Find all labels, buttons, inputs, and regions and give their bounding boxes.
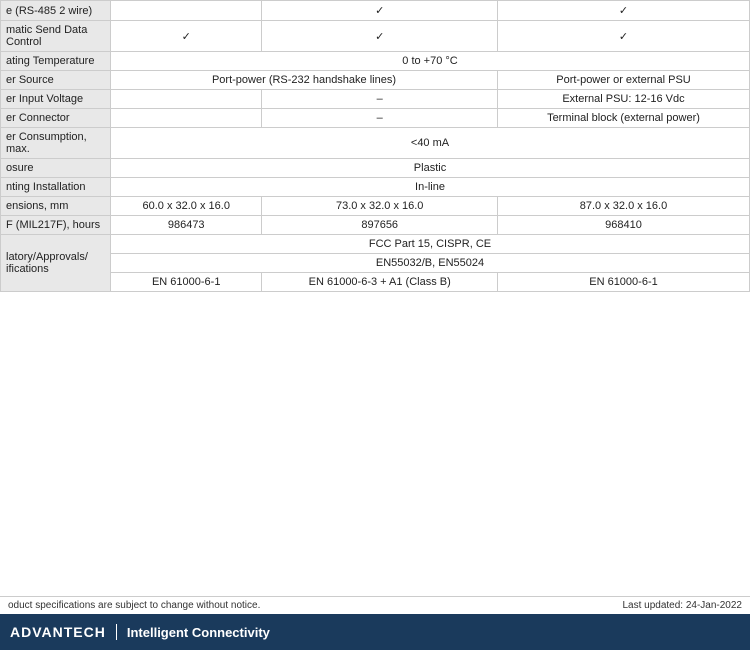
row-col12: Port-power (RS-232 handshake lines) [111,71,498,90]
table-row: latory/Approvals/ifications FCC Part 15,… [1,235,750,254]
footer-bar: ADVANTECH Intelligent Connectivity [0,614,750,650]
spec-table-container: e (RS-485 2 wire) ✓ ✓ matic Send Data Co… [0,0,750,292]
table-row: F (MIL217F), hours 986473 897656 968410 [1,216,750,235]
spec-table: e (RS-485 2 wire) ✓ ✓ matic Send Data Co… [0,0,750,292]
row-col3: ✓ [497,1,749,21]
brand-logo: ADVANTECH [10,624,117,640]
row-label: osure [1,159,111,178]
row-label: F (MIL217F), hours [1,216,111,235]
row-col1 [111,1,262,21]
table-row: EN 61000-6-1 EN 61000-6-3 + A1 (Class B)… [1,273,750,292]
row-span-val: FCC Part 15, CISPR, CE [111,235,750,254]
table-row: nting Installation In-line [1,178,750,197]
row-span-val: EN55032/B, EN55024 [111,254,750,273]
row-col3: ✓ [497,21,749,52]
row-label: er Source [1,71,111,90]
row-col2: ✓ [262,1,498,21]
row-label: er Input Voltage [1,90,111,109]
row-col1: ✓ [111,21,262,52]
table-row: er Consumption, max. <40 mA [1,128,750,159]
row-col3: Port-power or external PSU [497,71,749,90]
footer-notice-bar: oduct specifications are subject to chan… [0,596,750,614]
row-col3: Terminal block (external power) [497,109,749,128]
table-row: er Connector – Terminal block (external … [1,109,750,128]
row-col3: 87.0 x 32.0 x 16.0 [497,197,749,216]
row-col1: 60.0 x 32.0 x 16.0 [111,197,262,216]
row-label: e (RS-485 2 wire) [1,1,111,21]
notice-text: oduct specifications are subject to chan… [8,600,260,611]
table-row: er Source Port-power (RS-232 handshake l… [1,71,750,90]
row-span-val: In-line [111,178,750,197]
check-icon: ✓ [182,31,191,43]
row-col2: 73.0 x 32.0 x 16.0 [262,197,498,216]
row-col2: 897656 [262,216,498,235]
table-row: e (RS-485 2 wire) ✓ ✓ [1,1,750,21]
row-col3: 968410 [497,216,749,235]
row-label: matic Send Data Control [1,21,111,52]
row-label: er Consumption, max. [1,128,111,159]
row-label: ensions, mm [1,197,111,216]
row-col2: ✓ [262,21,498,52]
check-icon: ✓ [619,31,628,43]
row-col2: EN 61000-6-3 + A1 (Class B) [262,273,498,292]
row-label: ating Temperature [1,52,111,71]
table-row: er Input Voltage – External PSU: 12-16 V… [1,90,750,109]
row-col1: 986473 [111,216,262,235]
table-row: EN55032/B, EN55024 [1,254,750,273]
row-label: nting Installation [1,178,111,197]
row-span-val: <40 mA [111,128,750,159]
row-label: er Connector [1,109,111,128]
table-row: matic Send Data Control ✓ ✓ ✓ [1,21,750,52]
table-row: osure Plastic [1,159,750,178]
row-label: latory/Approvals/ifications [1,235,111,292]
check-icon: ✓ [619,5,628,17]
check-icon: ✓ [375,31,384,43]
last-updated-text: Last updated: 24-Jan-2022 [622,600,742,611]
row-col3: External PSU: 12-16 Vdc [497,90,749,109]
row-span-val: Plastic [111,159,750,178]
brand-tagline: Intelligent Connectivity [127,625,270,640]
row-col2: – [262,90,498,109]
row-col1 [111,90,262,109]
table-row: ating Temperature 0 to +70 °C [1,52,750,71]
row-col3: EN 61000-6-1 [497,273,749,292]
row-col1 [111,109,262,128]
check-icon: ✓ [375,5,384,17]
row-col2: – [262,109,498,128]
table-row: ensions, mm 60.0 x 32.0 x 16.0 73.0 x 32… [1,197,750,216]
row-col1: EN 61000-6-1 [111,273,262,292]
row-span-val: 0 to +70 °C [111,52,750,71]
